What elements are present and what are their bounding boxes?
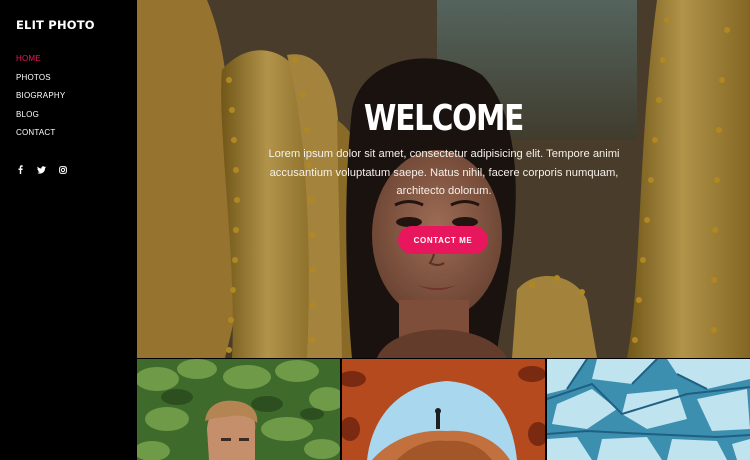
social-links bbox=[15, 164, 68, 175]
instagram-icon[interactable] bbox=[57, 164, 68, 175]
hero-section: WELCOME Lorem ipsum dolor sit amet, cons… bbox=[137, 0, 750, 358]
nav-item-photos[interactable]: PHOTOS bbox=[16, 73, 65, 83]
main-nav: HOME PHOTOS BIOGRAPHY BLOG CONTACT bbox=[16, 54, 65, 147]
contact-me-button[interactable]: CONTACT ME bbox=[398, 226, 488, 254]
nav-item-blog[interactable]: BLOG bbox=[16, 110, 65, 120]
photo-gallery bbox=[137, 359, 750, 460]
sidebar: ELIT PHOTO HOME PHOTOS BIOGRAPHY BLOG CO… bbox=[0, 0, 137, 460]
nav-item-contact[interactable]: CONTACT bbox=[16, 128, 65, 138]
hero-description: Lorem ipsum dolor sit amet, consectetur … bbox=[268, 148, 620, 197]
gallery-thumbnail-glacier-ice[interactable] bbox=[547, 359, 750, 460]
twitter-icon[interactable] bbox=[36, 164, 47, 175]
nav-item-biography[interactable]: BIOGRAPHY bbox=[16, 91, 65, 101]
facebook-icon[interactable] bbox=[15, 164, 26, 175]
gallery-thumbnail-rock-arch[interactable] bbox=[342, 359, 545, 460]
site-logo[interactable]: ELIT PHOTO bbox=[16, 18, 95, 32]
hero-title: WELCOME bbox=[363, 98, 524, 139]
gallery-thumbnail-foliage-portrait[interactable] bbox=[137, 359, 340, 460]
nav-item-home[interactable]: HOME bbox=[16, 54, 65, 64]
